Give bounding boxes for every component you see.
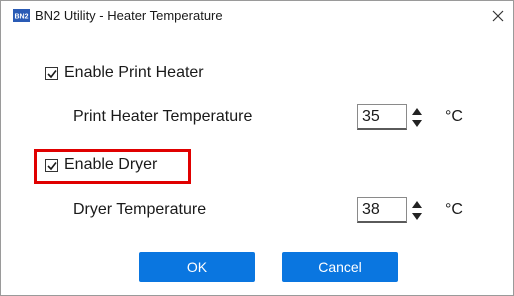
spin-arrows	[409, 104, 425, 130]
title-bar: BN2 BN2 Utility - Heater Temperature	[1, 1, 513, 31]
print-heater-temperature-label: Print Heater Temperature	[73, 108, 253, 125]
close-button[interactable]	[487, 5, 509, 27]
dryer-temperature-label: Dryer Temperature	[73, 201, 207, 218]
spin-arrows	[409, 197, 425, 223]
print-heater-unit: °C	[445, 108, 463, 125]
checkmark-icon	[47, 70, 57, 79]
triangle-up-icon	[412, 200, 422, 208]
print-heater-temperature-input[interactable]: 35	[357, 104, 407, 130]
dryer-checkbox[interactable]	[45, 159, 58, 172]
triangle-down-icon	[412, 119, 422, 127]
dryer-enable-label[interactable]: Enable Dryer	[64, 156, 157, 174]
spin-down-button[interactable]	[409, 117, 425, 129]
dialog-window: BN2 BN2 Utility - Heater Temperature Ena…	[0, 0, 514, 296]
print-heater-enable-label[interactable]: Enable Print Heater	[64, 64, 204, 82]
print-heater-temperature-spinbox[interactable]: 35	[357, 104, 428, 130]
close-icon	[492, 10, 504, 22]
dryer-unit: °C	[445, 201, 463, 218]
triangle-up-icon	[412, 107, 422, 115]
triangle-down-icon	[412, 212, 422, 220]
checkmark-icon	[47, 162, 57, 171]
svg-text:BN2: BN2	[14, 14, 28, 21]
print-heater-checkbox[interactable]	[45, 67, 58, 80]
cancel-button[interactable]: Cancel	[282, 252, 398, 282]
spin-up-button[interactable]	[409, 198, 425, 210]
ok-button[interactable]: OK	[139, 252, 255, 282]
spin-up-button[interactable]	[409, 105, 425, 117]
dryer-temperature-spinbox[interactable]: 38	[357, 197, 428, 223]
app-icon: BN2	[13, 9, 30, 22]
dryer-temperature-input[interactable]: 38	[357, 197, 407, 223]
window-title: BN2 Utility - Heater Temperature	[35, 8, 223, 23]
spin-down-button[interactable]	[409, 210, 425, 222]
